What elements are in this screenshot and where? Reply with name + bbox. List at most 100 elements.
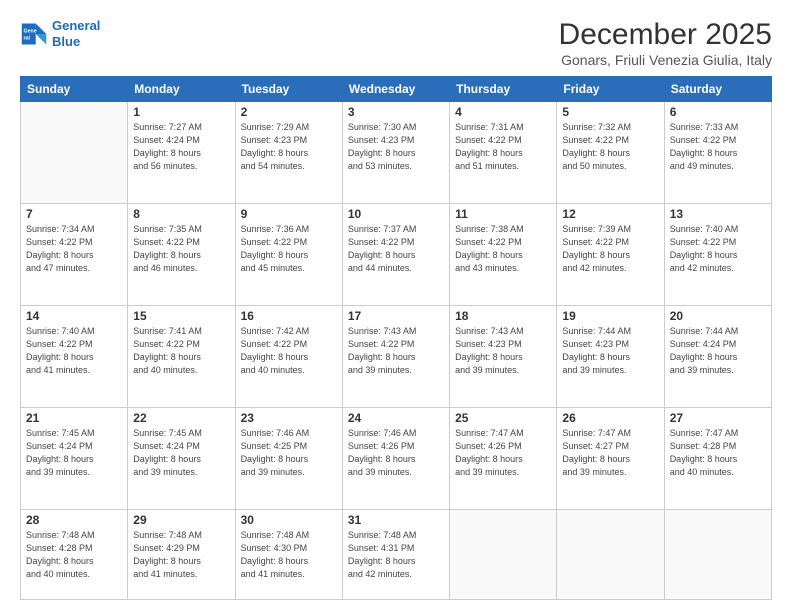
day-info: Sunrise: 7:42 AM Sunset: 4:22 PM Dayligh… <box>241 325 337 377</box>
day-number: 27 <box>670 411 766 425</box>
calendar-cell: 29 Sunrise: 7:48 AM Sunset: 4:29 PM Dayli… <box>128 509 235 599</box>
day-number: 22 <box>133 411 229 425</box>
calendar-cell: 20 Sunrise: 7:44 AM Sunset: 4:24 PM Dayli… <box>664 305 771 407</box>
month-title: December 2025 <box>559 18 772 52</box>
day-number: 7 <box>26 207 122 221</box>
calendar-cell: 17 Sunrise: 7:43 AM Sunset: 4:22 PM Dayli… <box>342 305 449 407</box>
logo: Gene ral General Blue <box>20 18 100 49</box>
header-thursday: Thursday <box>450 77 557 102</box>
day-number: 29 <box>133 513 229 527</box>
day-number: 18 <box>455 309 551 323</box>
calendar-cell: 13Sunrise: 7:40 AM Sunset: 4:22 PM Dayli… <box>664 203 771 305</box>
location: Gonars, Friuli Venezia Giulia, Italy <box>559 52 772 68</box>
day-info: Sunrise: 7:29 AM Sunset: 4:23 PM Dayligh… <box>241 121 337 173</box>
day-info: Sunrise: 7:38 AM Sunset: 4:22 PM Dayligh… <box>455 223 551 275</box>
day-number: 24 <box>348 411 444 425</box>
calendar-cell: 3 Sunrise: 7:30 AM Sunset: 4:23 PM Daylig… <box>342 102 449 204</box>
calendar-cell <box>21 102 128 204</box>
svg-text:Gene: Gene <box>24 28 37 34</box>
page: Gene ral General Blue December 2025 Gona… <box>0 0 792 612</box>
day-number: 14 <box>26 309 122 323</box>
day-number: 8 <box>133 207 229 221</box>
day-info: Sunrise: 7:48 AM Sunset: 4:29 PM Dayligh… <box>133 529 229 581</box>
calendar-cell: 15 Sunrise: 7:41 AM Sunset: 4:22 PM Dayli… <box>128 305 235 407</box>
calendar-cell: 7 Sunrise: 7:34 AM Sunset: 4:22 PM Daylig… <box>21 203 128 305</box>
day-info: Sunrise: 7:33 AM Sunset: 4:22 PM Dayligh… <box>670 121 766 173</box>
calendar-cell: 9Sunrise: 7:36 AM Sunset: 4:22 PM Daylig… <box>235 203 342 305</box>
header-friday: Friday <box>557 77 664 102</box>
week-row-3: 21 Sunrise: 7:45 AM Sunset: 4:24 PM Dayli… <box>21 407 772 509</box>
calendar-cell: 10 Sunrise: 7:37 AM Sunset: 4:22 PM Dayli… <box>342 203 449 305</box>
calendar-table: SundayMondayTuesdayWednesdayThursdayFrid… <box>20 76 772 600</box>
calendar-cell: 26 Sunrise: 7:47 AM Sunset: 4:27 PM Dayli… <box>557 407 664 509</box>
day-info: Sunrise: 7:44 AM Sunset: 4:24 PM Dayligh… <box>670 325 766 377</box>
day-info: Sunrise: 7:48 AM Sunset: 4:28 PM Dayligh… <box>26 529 122 581</box>
logo-blue: Blue <box>52 34 80 49</box>
day-number: 26 <box>562 411 658 425</box>
calendar-cell: 11 Sunrise: 7:38 AM Sunset: 4:22 PM Dayli… <box>450 203 557 305</box>
calendar-cell: 24Sunrise: 7:46 AM Sunset: 4:26 PM Dayli… <box>342 407 449 509</box>
day-info: Sunrise: 7:32 AM Sunset: 4:22 PM Dayligh… <box>562 121 658 173</box>
day-info: Sunrise: 7:35 AM Sunset: 4:22 PM Dayligh… <box>133 223 229 275</box>
calendar-cell: 8 Sunrise: 7:35 AM Sunset: 4:22 PM Daylig… <box>128 203 235 305</box>
day-number: 1 <box>133 105 229 119</box>
logo-general: General <box>52 18 100 33</box>
day-info: Sunrise: 7:41 AM Sunset: 4:22 PM Dayligh… <box>133 325 229 377</box>
day-number: 19 <box>562 309 658 323</box>
day-info: Sunrise: 7:47 AM Sunset: 4:27 PM Dayligh… <box>562 427 658 479</box>
header-tuesday: Tuesday <box>235 77 342 102</box>
logo-icon: Gene ral <box>20 20 48 48</box>
header-saturday: Saturday <box>664 77 771 102</box>
day-info: Sunrise: 7:48 AM Sunset: 4:31 PM Dayligh… <box>348 529 444 581</box>
day-info: Sunrise: 7:40 AM Sunset: 4:22 PM Dayligh… <box>26 325 122 377</box>
day-number: 4 <box>455 105 551 119</box>
calendar-cell: 12 Sunrise: 7:39 AM Sunset: 4:22 PM Dayli… <box>557 203 664 305</box>
calendar-cell: 18 Sunrise: 7:43 AM Sunset: 4:23 PM Dayli… <box>450 305 557 407</box>
day-info: Sunrise: 7:31 AM Sunset: 4:22 PM Dayligh… <box>455 121 551 173</box>
day-number: 15 <box>133 309 229 323</box>
calendar-cell: 6 Sunrise: 7:33 AM Sunset: 4:22 PM Daylig… <box>664 102 771 204</box>
week-row-4: 28 Sunrise: 7:48 AM Sunset: 4:28 PM Dayli… <box>21 509 772 599</box>
calendar-cell: 23Sunrise: 7:46 AM Sunset: 4:25 PM Dayli… <box>235 407 342 509</box>
week-row-0: 1 Sunrise: 7:27 AM Sunset: 4:24 PM Daylig… <box>21 102 772 204</box>
day-number: 11 <box>455 207 551 221</box>
day-number: 12 <box>562 207 658 221</box>
day-number: 6 <box>670 105 766 119</box>
day-number: 9 <box>241 207 337 221</box>
day-info: Sunrise: 7:34 AM Sunset: 4:22 PM Dayligh… <box>26 223 122 275</box>
calendar-cell: 31 Sunrise: 7:48 AM Sunset: 4:31 PM Dayli… <box>342 509 449 599</box>
day-info: Sunrise: 7:40 AM Sunset: 4:22 PM Dayligh… <box>670 223 766 275</box>
week-row-2: 14 Sunrise: 7:40 AM Sunset: 4:22 PM Dayli… <box>21 305 772 407</box>
calendar-cell: 2 Sunrise: 7:29 AM Sunset: 4:23 PM Daylig… <box>235 102 342 204</box>
day-info: Sunrise: 7:27 AM Sunset: 4:24 PM Dayligh… <box>133 121 229 173</box>
day-info: Sunrise: 7:46 AM Sunset: 4:25 PM Dayligh… <box>241 427 337 479</box>
day-info: Sunrise: 7:39 AM Sunset: 4:22 PM Dayligh… <box>562 223 658 275</box>
day-info: Sunrise: 7:45 AM Sunset: 4:24 PM Dayligh… <box>26 427 122 479</box>
title-section: December 2025 Gonars, Friuli Venezia Giu… <box>559 18 772 68</box>
calendar-cell <box>557 509 664 599</box>
calendar-cell: 14 Sunrise: 7:40 AM Sunset: 4:22 PM Dayli… <box>21 305 128 407</box>
day-number: 21 <box>26 411 122 425</box>
calendar-cell: 30Sunrise: 7:48 AM Sunset: 4:30 PM Dayli… <box>235 509 342 599</box>
day-number: 30 <box>241 513 337 527</box>
calendar-cell: 5 Sunrise: 7:32 AM Sunset: 4:22 PM Daylig… <box>557 102 664 204</box>
day-number: 20 <box>670 309 766 323</box>
day-info: Sunrise: 7:43 AM Sunset: 4:22 PM Dayligh… <box>348 325 444 377</box>
day-number: 2 <box>241 105 337 119</box>
day-number: 5 <box>562 105 658 119</box>
day-number: 10 <box>348 207 444 221</box>
day-number: 17 <box>348 309 444 323</box>
calendar-cell: 16Sunrise: 7:42 AM Sunset: 4:22 PM Dayli… <box>235 305 342 407</box>
day-info: Sunrise: 7:43 AM Sunset: 4:23 PM Dayligh… <box>455 325 551 377</box>
day-number: 3 <box>348 105 444 119</box>
day-number: 28 <box>26 513 122 527</box>
day-info: Sunrise: 7:44 AM Sunset: 4:23 PM Dayligh… <box>562 325 658 377</box>
calendar-cell: 1 Sunrise: 7:27 AM Sunset: 4:24 PM Daylig… <box>128 102 235 204</box>
day-number: 25 <box>455 411 551 425</box>
week-row-1: 7 Sunrise: 7:34 AM Sunset: 4:22 PM Daylig… <box>21 203 772 305</box>
day-info: Sunrise: 7:47 AM Sunset: 4:26 PM Dayligh… <box>455 427 551 479</box>
day-number: 31 <box>348 513 444 527</box>
day-info: Sunrise: 7:37 AM Sunset: 4:22 PM Dayligh… <box>348 223 444 275</box>
day-info: Sunrise: 7:30 AM Sunset: 4:23 PM Dayligh… <box>348 121 444 173</box>
day-info: Sunrise: 7:45 AM Sunset: 4:24 PM Dayligh… <box>133 427 229 479</box>
